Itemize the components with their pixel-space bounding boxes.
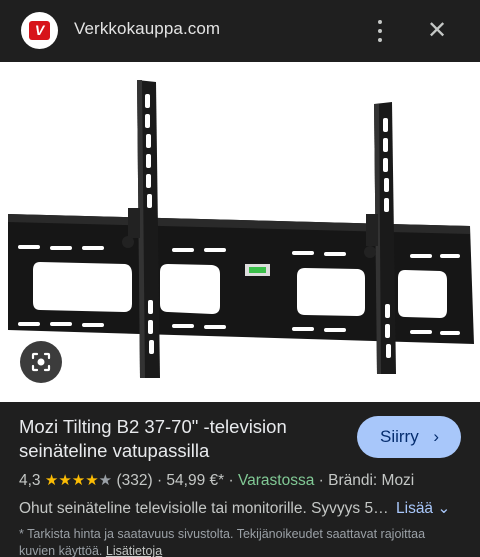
site-name: Verkkokauppa.com — [74, 19, 221, 38]
brand: Brändi: Mozi — [328, 472, 415, 489]
product-meta-row: 4,3 ★★★★★ (332) · 54,99 €* · Varastossa … — [19, 471, 469, 491]
google-lens-button[interactable] — [20, 341, 62, 383]
star-rating: ★★★★★ — [44, 472, 113, 489]
disclaimer-text: * Tarkista hinta ja saatavuus sivustolta… — [19, 527, 426, 557]
product-description-text: Ohut seinäteline televisiolle tai monito… — [19, 500, 389, 517]
top-bar: V Verkkokauppa.com ✕ — [0, 0, 480, 62]
site-logo-mark: V — [29, 21, 50, 40]
more-options-icon[interactable] — [369, 18, 391, 44]
star-empty-icon: ★ — [98, 472, 113, 489]
close-icon[interactable]: ✕ — [424, 18, 450, 44]
product-image[interactable] — [0, 62, 480, 402]
chevron-down-icon: ⌄ — [437, 500, 451, 517]
rating-value: 4,3 — [19, 472, 41, 489]
availability-status: Varastossa — [237, 472, 315, 489]
disclaimer: * Tarkista hinta ja saatavuus sivustolta… — [19, 526, 459, 557]
product-description: Ohut seinäteline televisiolle tai monito… — [19, 499, 389, 519]
separator-dot: · — [318, 472, 329, 489]
learn-more-link[interactable]: Lisätietoja — [106, 544, 162, 557]
show-more-label: Lisää — [396, 500, 434, 517]
site-logo: V — [21, 12, 58, 49]
separator-dot: · — [156, 472, 167, 489]
product-title[interactable]: Mozi Tilting B2 37-70" -television seinä… — [19, 415, 339, 463]
show-more-button[interactable]: Lisää ⌄ — [396, 499, 450, 519]
separator-dot: · — [228, 472, 238, 489]
lens-icon — [31, 352, 51, 372]
go-button-label: Siirry — [380, 427, 419, 446]
tv-wall-mount-image — [8, 80, 474, 378]
chevron-right-icon: › — [433, 427, 439, 446]
review-count: (332) — [116, 472, 153, 489]
price: 54,99 €* — [166, 472, 225, 489]
go-to-site-button[interactable]: Siirry › — [357, 416, 461, 458]
product-info-panel: Mozi Tilting B2 37-70" -television seinä… — [0, 402, 480, 557]
